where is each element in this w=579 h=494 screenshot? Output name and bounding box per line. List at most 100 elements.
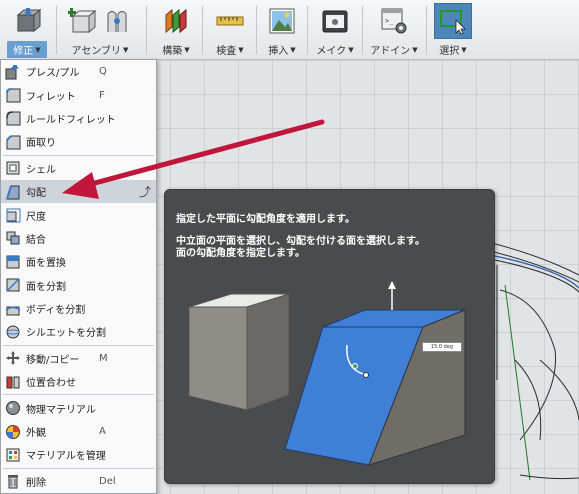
ribbon-toolbar: 修正 ▼ アセンブリ ▼ 構築 ▼ 検査 ▼ 挿入 ▼ メイク ▼ >_ アドイ… [0, 0, 579, 60]
draft-tooltip: 指定した平面に勾配角度を適用します。 中立面の平面を選択し、勾配を付ける面を選択… [164, 189, 495, 484]
menu-item-shortcut: M [99, 352, 108, 364]
chevron-down-icon: ▼ [412, 45, 418, 54]
menu-item-silhouette-split[interactable]: シルエットを分割 [1, 320, 156, 343]
construct-icon[interactable] [161, 6, 191, 36]
align-icon [6, 376, 20, 389]
menu-item-split-face[interactable]: 面を分割 [1, 274, 156, 297]
toolbar-group-make[interactable]: メイク ▼ [310, 2, 360, 58]
modify-label: 修正 [13, 46, 34, 57]
inspect-label: 検査 [216, 46, 237, 57]
chevron-down-icon: ▼ [184, 45, 190, 54]
draft-angle-input: 15.0 deg [422, 342, 462, 352]
toolbar-label-modify[interactable]: 修正 ▼ [7, 41, 47, 58]
menu-item-shell[interactable]: シェル [1, 157, 156, 180]
menu-item-label: 面を置換 [26, 258, 66, 270]
menu-item-split-body[interactable]: ボディを分割 [1, 297, 156, 320]
modify-icon[interactable] [12, 6, 42, 36]
toolbar-group-assembly[interactable]: アセンブリ ▼ [58, 2, 142, 58]
menu-item-draft[interactable]: 勾配 ⤴ [1, 179, 156, 204]
addins-label: アドイン [370, 46, 411, 57]
delete-icon [8, 475, 18, 489]
menu-item-label: 面取り [26, 138, 56, 150]
joint-icon[interactable] [102, 6, 132, 36]
new-component-icon[interactable] [68, 6, 98, 36]
menu-item-chamfer[interactable]: 面取り [1, 130, 156, 153]
insert-label: 挿入 [268, 46, 289, 57]
measure-icon[interactable] [215, 6, 245, 36]
toolbar-separator [307, 6, 308, 54]
menu-item-label: 位置合わせ [26, 378, 76, 390]
rule-fillet-icon [6, 111, 21, 126]
scale-icon [6, 208, 21, 223]
replace-face-icon [6, 255, 20, 269]
toolbar-label-make[interactable]: メイク ▼ [316, 42, 354, 58]
toolbar-label-select[interactable]: 選択 ▼ [439, 42, 467, 58]
pin-to-toolbar-icon[interactable]: ⤴ [139, 183, 151, 200]
menu-item-label: 結合 [26, 234, 46, 246]
toolbar-group-addins[interactable]: >_ アドイン ▼ [364, 2, 424, 58]
make-3d-print-icon[interactable] [320, 6, 350, 36]
svg-text:>_: >_ [385, 17, 394, 25]
split-body-icon [5, 306, 21, 316]
menu-item-combine[interactable]: 結合 [1, 227, 156, 250]
menu-item-label: 勾配 [26, 188, 46, 200]
menu-item-label: ルールドフィレット [26, 114, 116, 126]
appearance-icon [6, 424, 20, 439]
menu-item-delete[interactable]: 削除 Del [1, 470, 156, 493]
toolbar-group-inspect[interactable]: 検査 ▼ [206, 2, 254, 58]
draft-angle-value: 15.0 deg [430, 344, 454, 350]
chevron-down-icon: ▼ [461, 45, 467, 54]
menu-item-label: ボディを分割 [26, 305, 86, 317]
toolbar-label-addins[interactable]: アドイン ▼ [370, 42, 418, 58]
menu-item-scale[interactable]: 尺度 [1, 203, 156, 226]
select-window-icon [440, 10, 466, 35]
chevron-down-icon: ▼ [238, 45, 244, 54]
menu-item-label: フィレット [26, 91, 76, 103]
combine-icon [6, 231, 20, 245]
toolbar-label-insert[interactable]: 挿入 ▼ [268, 42, 295, 58]
menu-item-shortcut: Q [99, 66, 107, 78]
select-button[interactable] [434, 3, 472, 39]
menu-separator [3, 467, 154, 469]
toolbar-label-construct[interactable]: 構築 ▼ [162, 42, 190, 58]
menu-item-move-copy[interactable]: 移動/コピー M [1, 347, 156, 370]
menu-item-align[interactable]: 位置合わせ [1, 370, 156, 393]
menu-item-replace-face[interactable]: 面を置換 [1, 250, 156, 273]
menu-item-physical-material[interactable]: 物理マテリアル [1, 396, 156, 419]
chevron-down-icon: ▼ [348, 45, 354, 54]
split-face-icon [6, 278, 20, 292]
menu-item-label: 面を分割 [26, 281, 66, 293]
menu-item-label: 削除 [26, 477, 46, 489]
menu-item-shortcut: F [99, 89, 105, 101]
toolbar-separator [256, 6, 257, 54]
menu-item-label: シェル [26, 164, 56, 176]
physical-material-icon [6, 401, 20, 416]
toolbar-separator [146, 6, 147, 54]
toolbar-separator [362, 6, 363, 54]
assembly-label: アセンブリ [71, 46, 122, 57]
insert-image-icon[interactable] [267, 6, 297, 36]
chamfer-icon [6, 135, 21, 150]
make-label: メイク [316, 46, 347, 57]
toolbar-label-inspect[interactable]: 検査 ▼ [216, 42, 244, 58]
toolbar-group-modify[interactable]: 修正 ▼ [0, 2, 54, 58]
menu-item-rule-fillet[interactable]: ルールドフィレット [1, 107, 156, 130]
menu-item-appearance[interactable]: 外観 A [1, 420, 156, 443]
toolbar-group-construct[interactable]: 構築 ▼ [150, 2, 202, 58]
menu-item-press-pull[interactable]: プレス/プル Q [1, 60, 156, 83]
menu-item-fillet[interactable]: フィレット F [1, 83, 156, 106]
menu-item-manage-materials[interactable]: マテリアルを管理 [1, 443, 156, 466]
toolbar-separator [426, 6, 427, 54]
fillet-icon [6, 88, 21, 103]
menu-item-shortcut: A [99, 426, 106, 438]
addins-script-icon[interactable]: >_ [379, 6, 409, 36]
toolbar-group-select[interactable]: 選択 ▼ [430, 2, 476, 58]
toolbar-separator [56, 6, 57, 54]
menu-separator [3, 394, 154, 396]
toolbar-group-insert[interactable]: 挿入 ▼ [258, 2, 306, 58]
menu-item-label: プレス/プル [26, 68, 80, 80]
menu-item-label: 物理マテリアル [26, 404, 96, 416]
toolbar-separator [202, 6, 203, 54]
construct-label: 構築 [162, 46, 183, 57]
toolbar-label-assembly[interactable]: アセンブリ ▼ [71, 42, 129, 58]
